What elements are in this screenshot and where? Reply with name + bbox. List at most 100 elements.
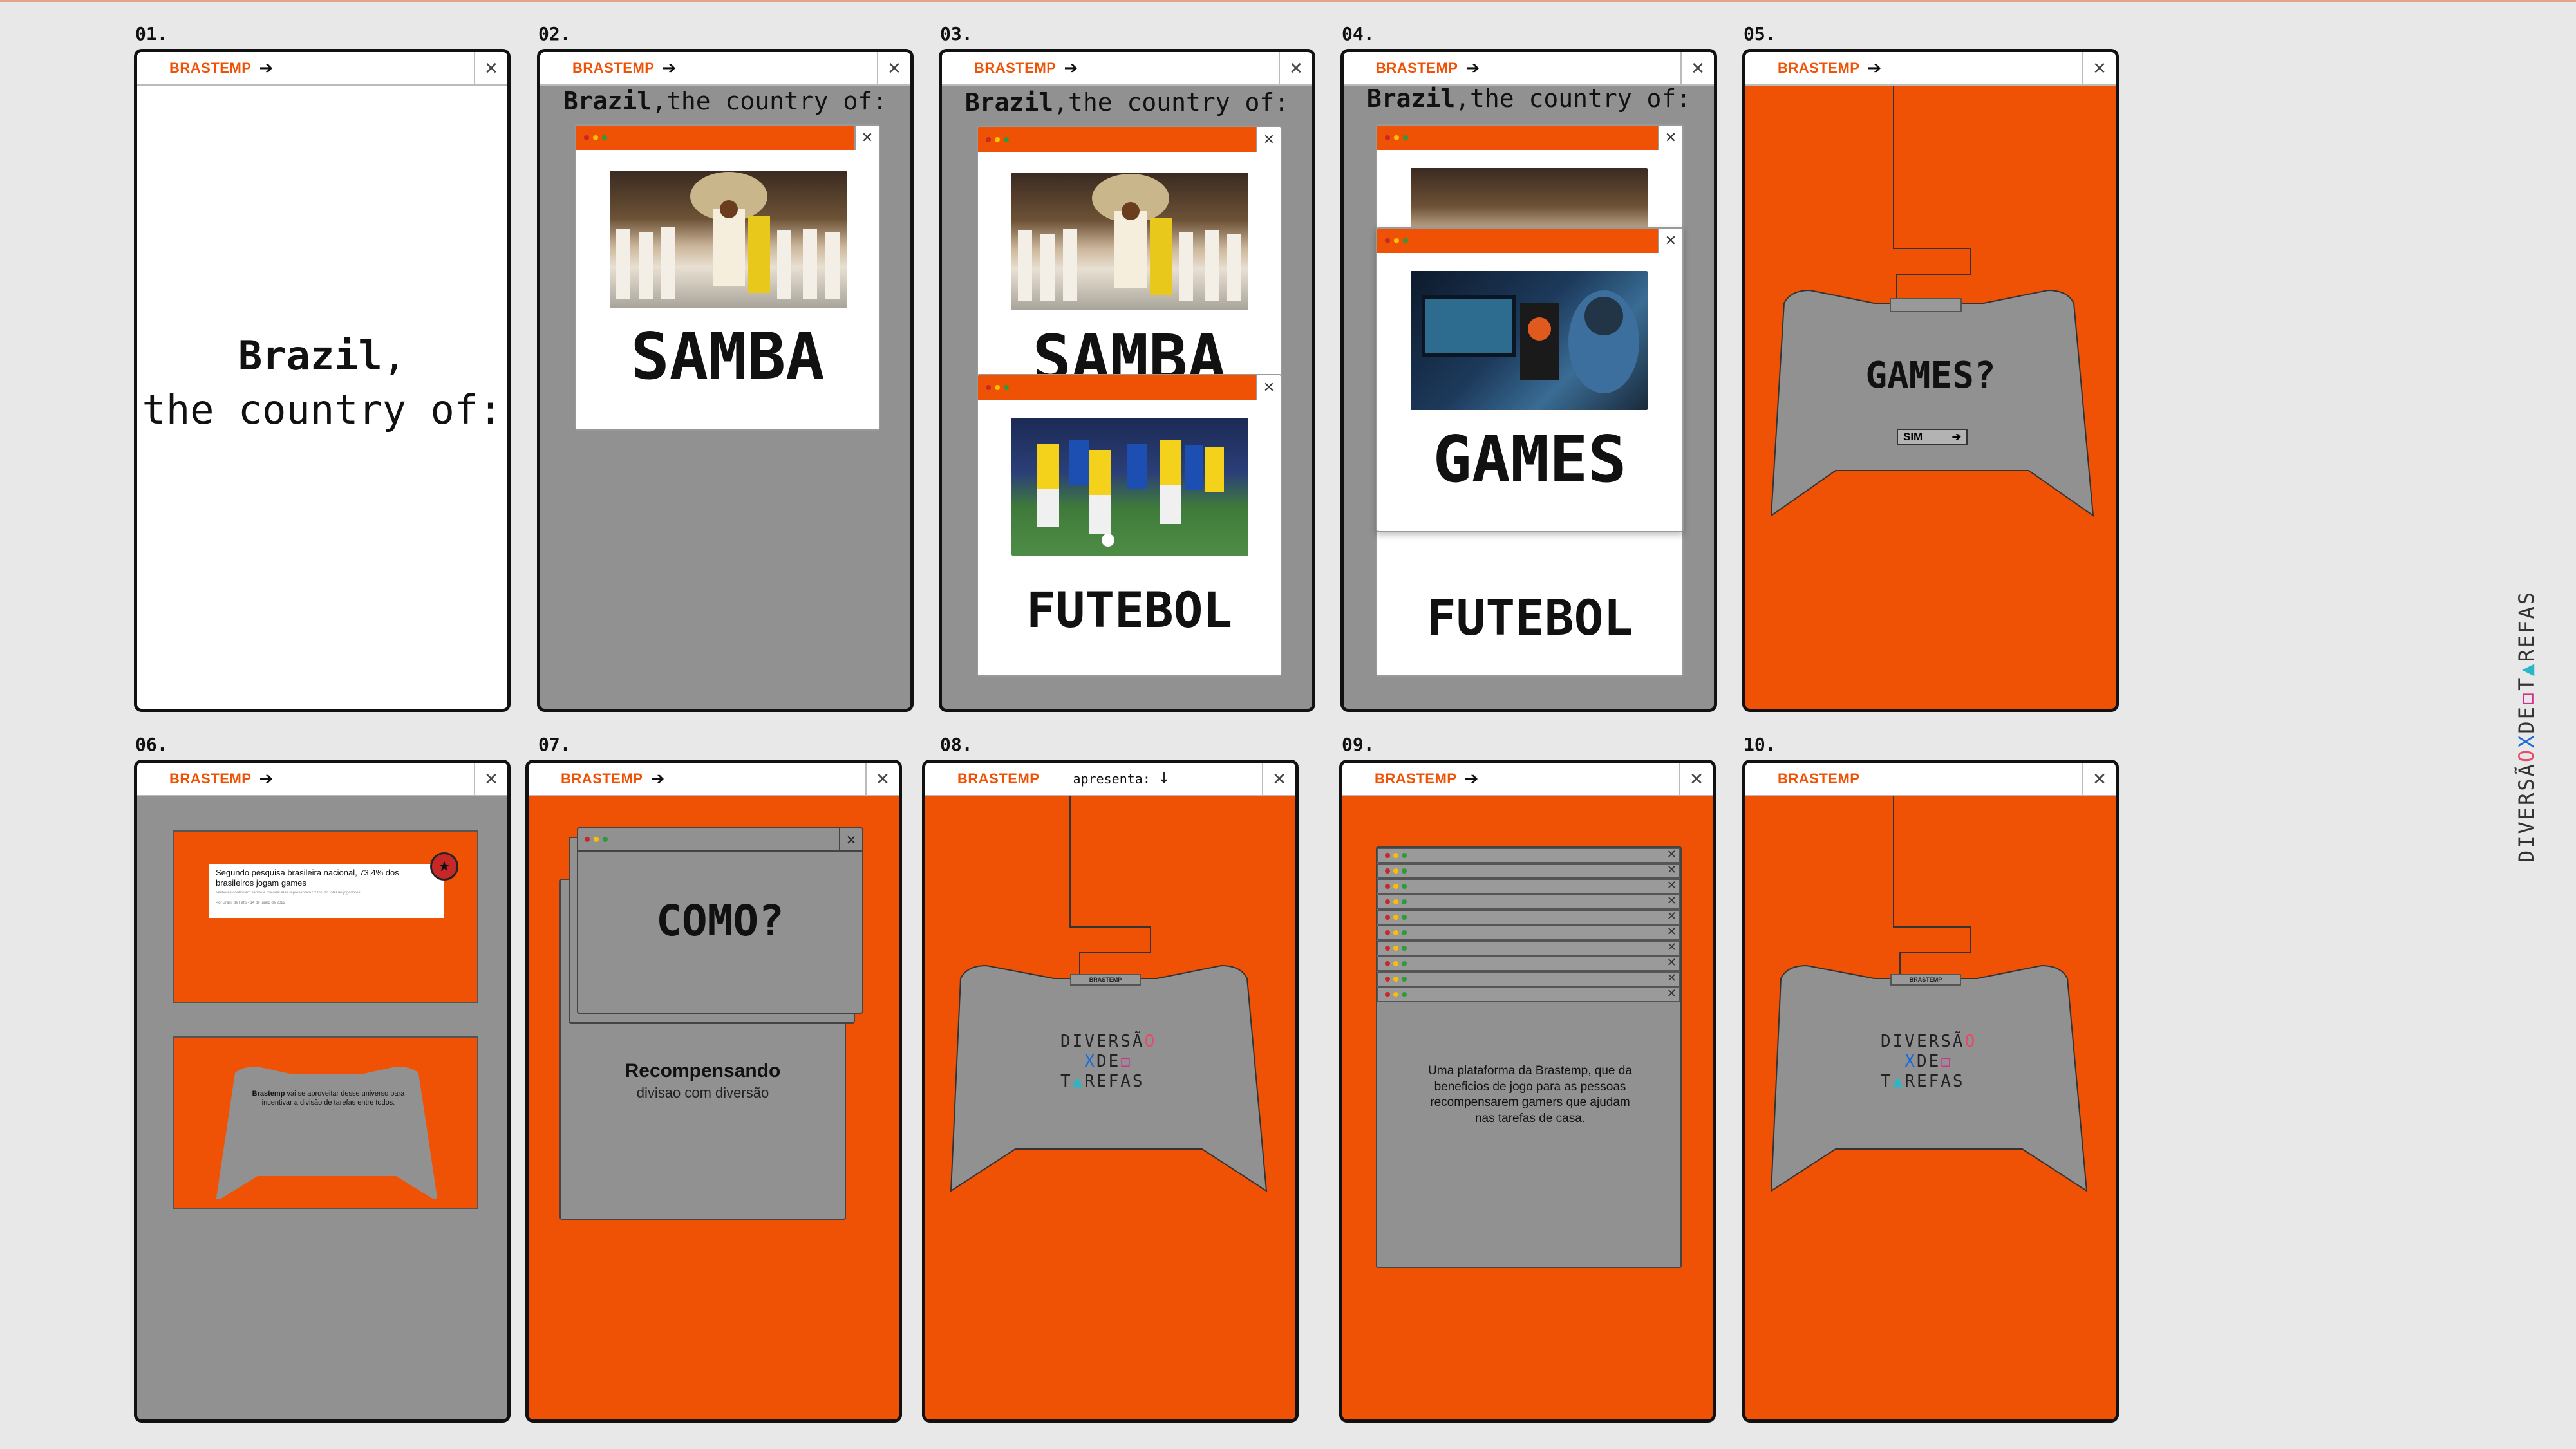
controller-silhouette — [216, 1067, 438, 1199]
window-titlebar — [1377, 126, 1682, 150]
controller-card: Brastemp vai se aproveitar desse univers… — [173, 1036, 478, 1209]
samba-window: ✕ SAMBA — [575, 124, 880, 431]
samba-window: ✕ SAMBA — [977, 126, 1282, 416]
window-titlebar — [576, 126, 879, 150]
close-icon[interactable]: ✕ — [877, 52, 910, 86]
screen-number: 03. — [940, 23, 973, 44]
brand-logo: BRASTEMP — [169, 771, 252, 787]
screen-06: BRASTEMP ➔ ✕ Segundo pesquisa brasileira… — [134, 760, 511, 1423]
screen-number: 09. — [1342, 734, 1375, 755]
close-icon[interactable]: ✕ — [1667, 940, 1677, 954]
brand-logo: BRASTEMP — [561, 771, 643, 787]
close-icon[interactable]: ✕ — [1256, 127, 1281, 152]
arrow-right-icon[interactable]: ➔ — [1064, 60, 1078, 77]
close-icon[interactable]: ✕ — [474, 52, 507, 86]
screen-10: BRASTEMP ✕ BRASTEMP DIVERSÃO XDE◻ T▲REFA… — [1742, 760, 2119, 1423]
como-question: COMO? — [656, 896, 784, 946]
games-photo — [1411, 271, 1648, 410]
browser-bar: BRASTEMP ➔ — [540, 52, 910, 86]
arrow-right-icon[interactable]: ➔ — [1464, 771, 1478, 787]
close-icon[interactable]: ✕ — [1667, 894, 1677, 908]
screen-number: 10. — [1744, 734, 1776, 755]
stacked-window: ✕ — [1377, 894, 1680, 910]
samba-photo — [610, 171, 847, 308]
mini-brand-bar: BRASTEMP — [1890, 974, 1961, 986]
screen-05: BRASTEMP ➔ ✕ GAMES? SIM ➔ — [1742, 49, 2119, 712]
como-window: ✕ COMO? — [577, 827, 863, 1014]
futebol-window: ✕ FUTEBOL — [977, 374, 1282, 677]
games-question: GAMES? — [1865, 355, 1996, 397]
heading: Brazil,the country of: — [1366, 84, 1691, 113]
brand-logo: BRASTEMP — [974, 60, 1057, 76]
screen-number: 06. — [135, 734, 168, 755]
games-window: ✕ GAMES — [1376, 227, 1684, 532]
arrow-right-icon[interactable]: ➔ — [662, 60, 676, 77]
sim-label: SIM — [1903, 431, 1923, 443]
screen-04: BRASTEMP ➔ ✕ Brazil,the country of: ✕ FU… — [1340, 49, 1717, 712]
samba-label: SAMBA — [630, 319, 825, 394]
close-icon[interactable]: ✕ — [1256, 375, 1281, 400]
platform-card: ✕ ✕ ✕ ✕ ✕ ✕ ✕ ✕ ✕ ✕ Uma plataforma da Br… — [1376, 846, 1682, 1268]
close-icon[interactable]: ✕ — [1667, 863, 1677, 877]
close-icon[interactable]: ✕ — [839, 828, 862, 852]
sim-button[interactable]: SIM ➔ — [1897, 429, 1968, 445]
close-icon[interactable]: ✕ — [1658, 229, 1682, 253]
close-icon[interactable]: ✕ — [1667, 925, 1677, 939]
arrow-right-icon: ➔ — [1951, 431, 1961, 443]
reward-subtitle: divisao com diversão — [636, 1085, 769, 1101]
close-icon[interactable]: ✕ — [1667, 971, 1677, 985]
futebol-label: FUTEBOL — [1426, 589, 1633, 646]
close-icon[interactable]: ✕ — [1279, 52, 1312, 86]
mini-brand-bar: BRASTEMP — [1070, 974, 1141, 986]
stat-card: Segundo pesquisa brasileira nacional, 73… — [173, 830, 478, 1003]
close-icon[interactable]: ✕ — [1679, 763, 1713, 796]
brand-logo: BRASTEMP — [169, 60, 252, 76]
browser-bar: BRASTEMP ➔ — [1344, 52, 1714, 86]
brand-logo: BRASTEMP — [572, 60, 655, 76]
arrow-right-icon[interactable]: ➔ — [650, 771, 664, 787]
article-subtitle: Mulheres continuam sendo a maioria: elas… — [216, 890, 361, 895]
close-icon[interactable]: ✕ — [1667, 987, 1677, 1000]
screen-number: 08. — [940, 734, 973, 755]
screen-01: BRASTEMP ➔ ✕ Brazil, the country of: — [134, 49, 511, 712]
arrow-right-icon[interactable]: ➔ — [259, 771, 273, 787]
browser-bar: BRASTEMP ➔ — [137, 763, 507, 796]
article-card[interactable]: Segundo pesquisa brasileira nacional, 73… — [209, 864, 444, 918]
screen-07: BRASTEMP ➔ ✕ Recompensando divisao com d… — [525, 760, 902, 1423]
close-icon[interactable]: ✕ — [474, 763, 507, 796]
article-title: Segundo pesquisa brasileira nacional, 73… — [216, 868, 399, 888]
intro-heading: Brazil, the country of: — [142, 332, 503, 433]
close-icon[interactable]: ✕ — [1680, 52, 1714, 86]
screen-number: 02. — [538, 23, 571, 44]
close-icon[interactable]: ✕ — [1658, 126, 1682, 150]
stacked-window: ✕ — [1377, 940, 1680, 956]
samba-photo — [1411, 168, 1648, 232]
close-icon[interactable]: ✕ — [1667, 848, 1677, 861]
brand-logo: BRASTEMP — [1376, 60, 1458, 76]
controller-caption: Brastemp vai se aproveitar desse univers… — [252, 1090, 405, 1107]
browser-bar: BRASTEMP ➔ — [942, 52, 1312, 86]
screen-08: BRASTEMP apresenta: ↓ ✕ BRASTEMP DIVERSÃ… — [922, 760, 1299, 1423]
close-icon[interactable]: ✕ — [1667, 956, 1677, 969]
screen-03: BRASTEMP ➔ ✕ Brazil,the country of: ✕ SA… — [939, 49, 1315, 712]
close-icon[interactable]: ✕ — [854, 126, 879, 150]
platform-description: Uma plataforma da Brastemp, que da benef… — [1428, 1064, 1632, 1126]
screen-09: BRASTEMP ➔ ✕ ✕ ✕ ✕ ✕ ✕ ✕ ✕ ✕ ✕ ✕ Uma pla… — [1339, 760, 1716, 1423]
stacked-window: ✕ — [1377, 956, 1680, 971]
samba-photo — [1011, 173, 1248, 310]
top-divider — [0, 0, 2576, 2]
window-titlebar — [578, 828, 862, 852]
heading: Brazil,the country of: — [563, 87, 888, 115]
article-meta: Por Brasil de Fato • 14 de junho de 2022 — [216, 901, 286, 905]
close-icon[interactable]: ✕ — [1667, 879, 1677, 892]
close-icon[interactable]: ✕ — [1667, 910, 1677, 923]
heading: Brazil,the country of: — [964, 88, 1290, 117]
screen-number: 04. — [1342, 23, 1375, 44]
side-brand-logo: DIVERSÃOXDE◻T▲REFAS — [2514, 590, 2539, 863]
arrow-right-icon[interactable]: ➔ — [259, 60, 273, 77]
arrow-right-icon[interactable]: ➔ — [1465, 60, 1480, 77]
close-icon[interactable]: ✕ — [865, 763, 899, 796]
screen-number: 05. — [1744, 23, 1776, 44]
diversao-logo: DIVERSÃO XDE◻ T▲REFAS — [1060, 1032, 1157, 1092]
stacked-window: ✕ — [1377, 863, 1680, 879]
